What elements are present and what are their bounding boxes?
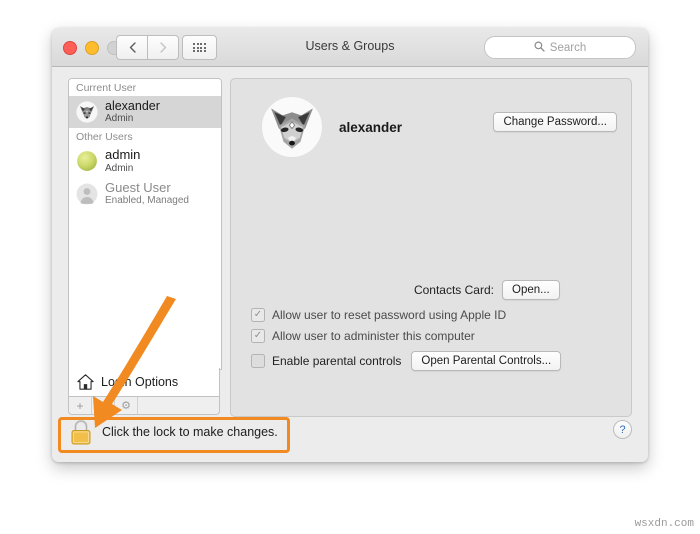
sidebar-item-guest-user[interactable]: Guest User Enabled, Managed — [69, 178, 221, 211]
contacts-card-label: Contacts Card: — [413, 283, 494, 297]
checkbox-row-parental-controls[interactable]: ✓ Enable parental controls Open Parental… — [251, 351, 562, 371]
account-name: alexander — [339, 119, 403, 135]
lock-message: Click the lock to make changes. — [102, 425, 278, 439]
search-placeholder: Search — [549, 41, 587, 54]
checkbox-row-reset-password[interactable]: ✓ Allow user to reset password using App… — [251, 308, 506, 322]
sidebar-item-text: admin Admin — [105, 148, 140, 174]
search-input[interactable]: Search — [484, 36, 636, 59]
checkbox-label: Allow user to administer this computer — [272, 329, 475, 343]
change-password-button[interactable]: Change Password... — [493, 112, 617, 132]
sidebar-user-role: Admin — [105, 162, 134, 174]
screenshot-root: Users & Groups Search Current User alexa… — [0, 0, 700, 534]
sidebar-item-alexander[interactable]: alexander Admin — [69, 96, 221, 129]
sidebar-item-login-options[interactable]: Login Options — [68, 368, 220, 397]
fox-avatar[interactable] — [261, 96, 323, 158]
help-button[interactable]: ? — [613, 420, 632, 439]
window-body: Current User alexander Admin Other Users… — [52, 67, 648, 462]
lock-row[interactable]: Click the lock to make changes. — [70, 419, 278, 445]
window-titlebar: Users & Groups Search — [52, 28, 648, 67]
gear-icon[interactable]: ⚙ — [115, 397, 138, 414]
checkbox-label: Enable parental controls — [272, 354, 402, 368]
open-parental-controls-button[interactable]: Open Parental Controls... — [411, 351, 562, 371]
account-header: alexander — [261, 96, 402, 158]
contacts-card-row: Contacts Card: Open... — [231, 280, 631, 300]
sidebar-user-role: Admin — [105, 113, 134, 124]
password-panel: alexander Change Password... Contacts Ca… — [230, 78, 632, 417]
sidebar-user-name: admin — [105, 147, 141, 163]
sidebar-group-header-current-user: Current User — [69, 79, 221, 96]
guest-silhouette-avatar — [76, 183, 98, 205]
search-icon — [534, 41, 545, 55]
sidebar-toolbar: + − ⚙ — [68, 397, 220, 415]
watermark: wsxdn.com — [634, 518, 694, 530]
checkbox-administer-computer[interactable]: ✓ — [251, 329, 265, 343]
users-and-groups-window: Users & Groups Search Current User alexa… — [52, 28, 648, 462]
open-contacts-card-button[interactable]: Open... — [502, 280, 560, 300]
sidebar-user-name: alexander — [105, 99, 160, 113]
sidebar-user-role: Enabled, Managed — [105, 195, 189, 207]
add-user-button[interactable]: + — [69, 397, 92, 414]
login-options-label: Login Options — [101, 375, 179, 389]
remove-user-button[interactable]: − — [92, 397, 115, 414]
checkbox-reset-password[interactable]: ✓ — [251, 308, 265, 322]
sidebar-item-text: alexander Admin — [105, 99, 160, 124]
house-icon — [77, 374, 94, 390]
sidebar-group-header-other-users: Other Users — [69, 128, 221, 146]
closed-padlock-icon[interactable] — [70, 419, 92, 445]
fox-avatar — [76, 100, 98, 123]
users-sidebar: Current User alexander Admin Other Users… — [68, 78, 222, 370]
green-ball-avatar — [77, 151, 97, 171]
sidebar-item-admin[interactable]: admin Admin — [69, 145, 221, 178]
sidebar-user-name: Guest User — [105, 179, 171, 195]
checkbox-parental-controls[interactable]: ✓ — [251, 354, 265, 368]
checkbox-label: Allow user to reset password using Apple… — [272, 308, 507, 322]
checkbox-row-administer-computer[interactable]: ✓ Allow user to administer this computer — [251, 329, 475, 343]
sidebar-item-text: Guest User Enabled, Managed — [105, 179, 189, 207]
